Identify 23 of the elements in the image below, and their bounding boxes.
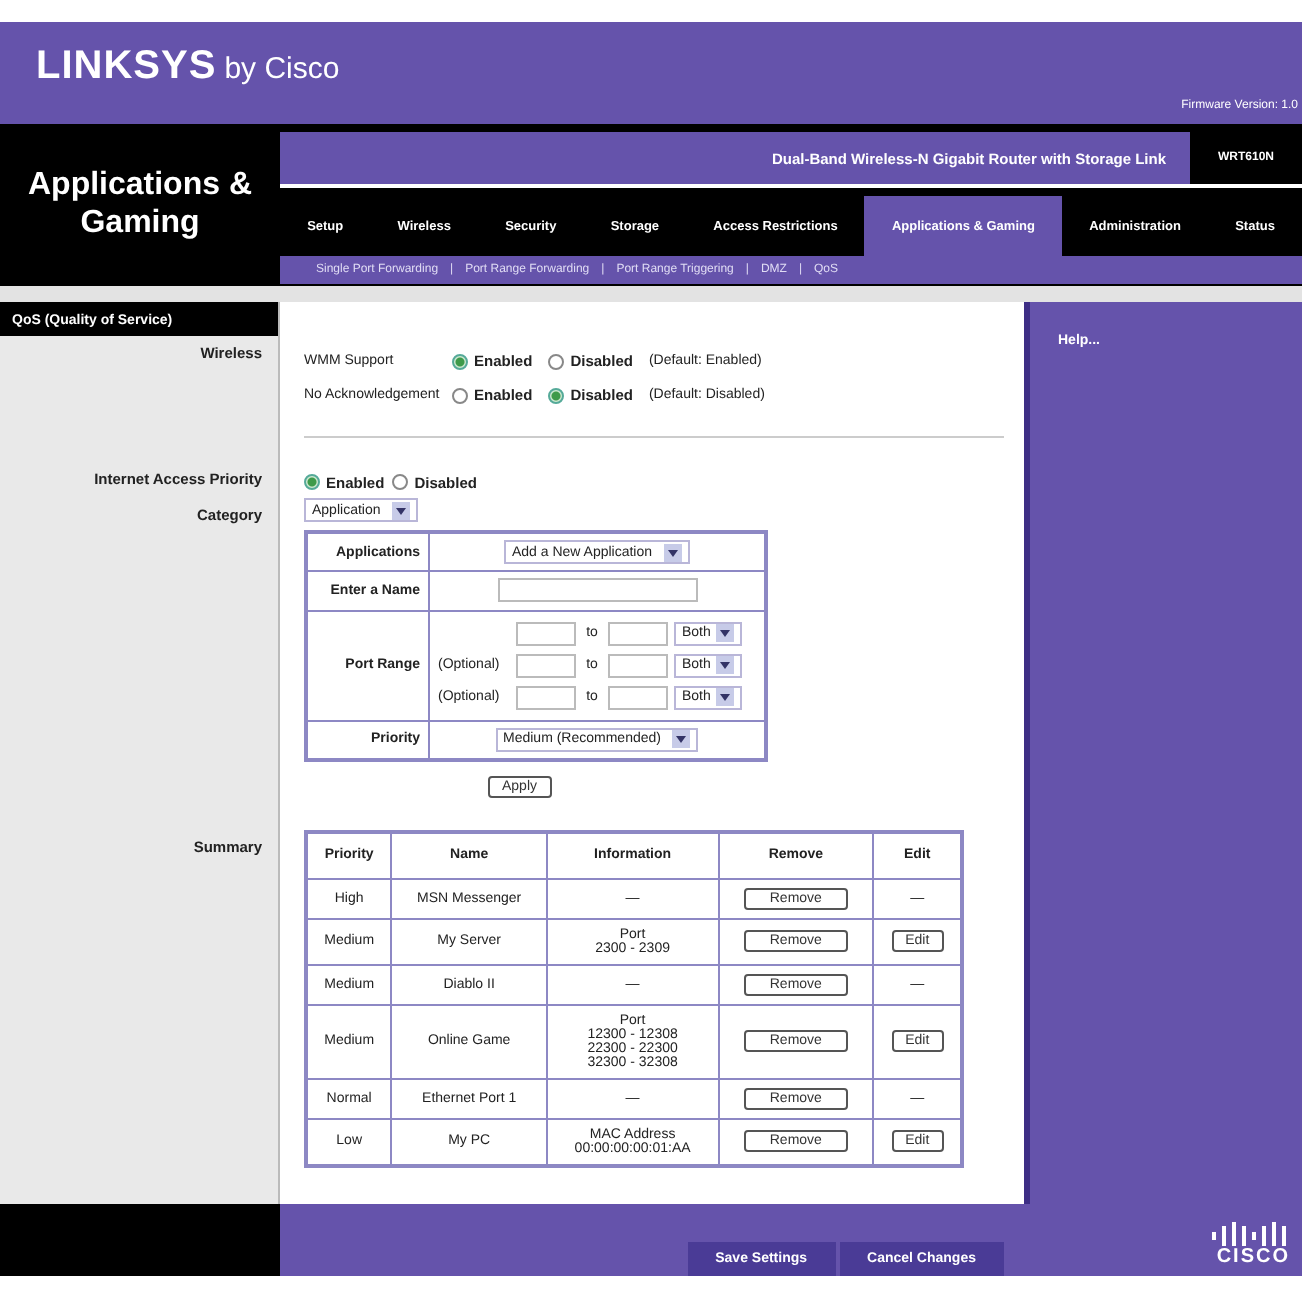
port-input[interactable] (608, 653, 668, 677)
radio-button[interactable] (452, 387, 468, 403)
radio-button[interactable] (392, 474, 409, 490)
cisco-logo-text: CISCO (1216, 1245, 1290, 1267)
radio-button[interactable] (548, 353, 565, 369)
port-input[interactable] (516, 621, 576, 645)
caret-icon (664, 543, 683, 561)
port-input[interactable] (608, 685, 668, 709)
name-input[interactable] (497, 578, 697, 602)
port-input[interactable] (516, 685, 576, 709)
caret-icon (716, 656, 735, 674)
logo: LINKSYS by Cisco (36, 44, 340, 90)
radio-button[interactable] (548, 387, 565, 403)
port-input[interactable] (516, 653, 576, 677)
caret-icon (392, 501, 411, 519)
section-title: Applications & Gaming (25, 168, 254, 242)
caret-icon (716, 624, 735, 642)
radio-button[interactable] (304, 474, 320, 490)
port-input[interactable] (608, 621, 668, 645)
caret-icon (672, 730, 691, 748)
radio-button[interactable] (452, 353, 468, 369)
caret-icon (716, 688, 735, 706)
cisco-bars-icon (1210, 1221, 1290, 1245)
